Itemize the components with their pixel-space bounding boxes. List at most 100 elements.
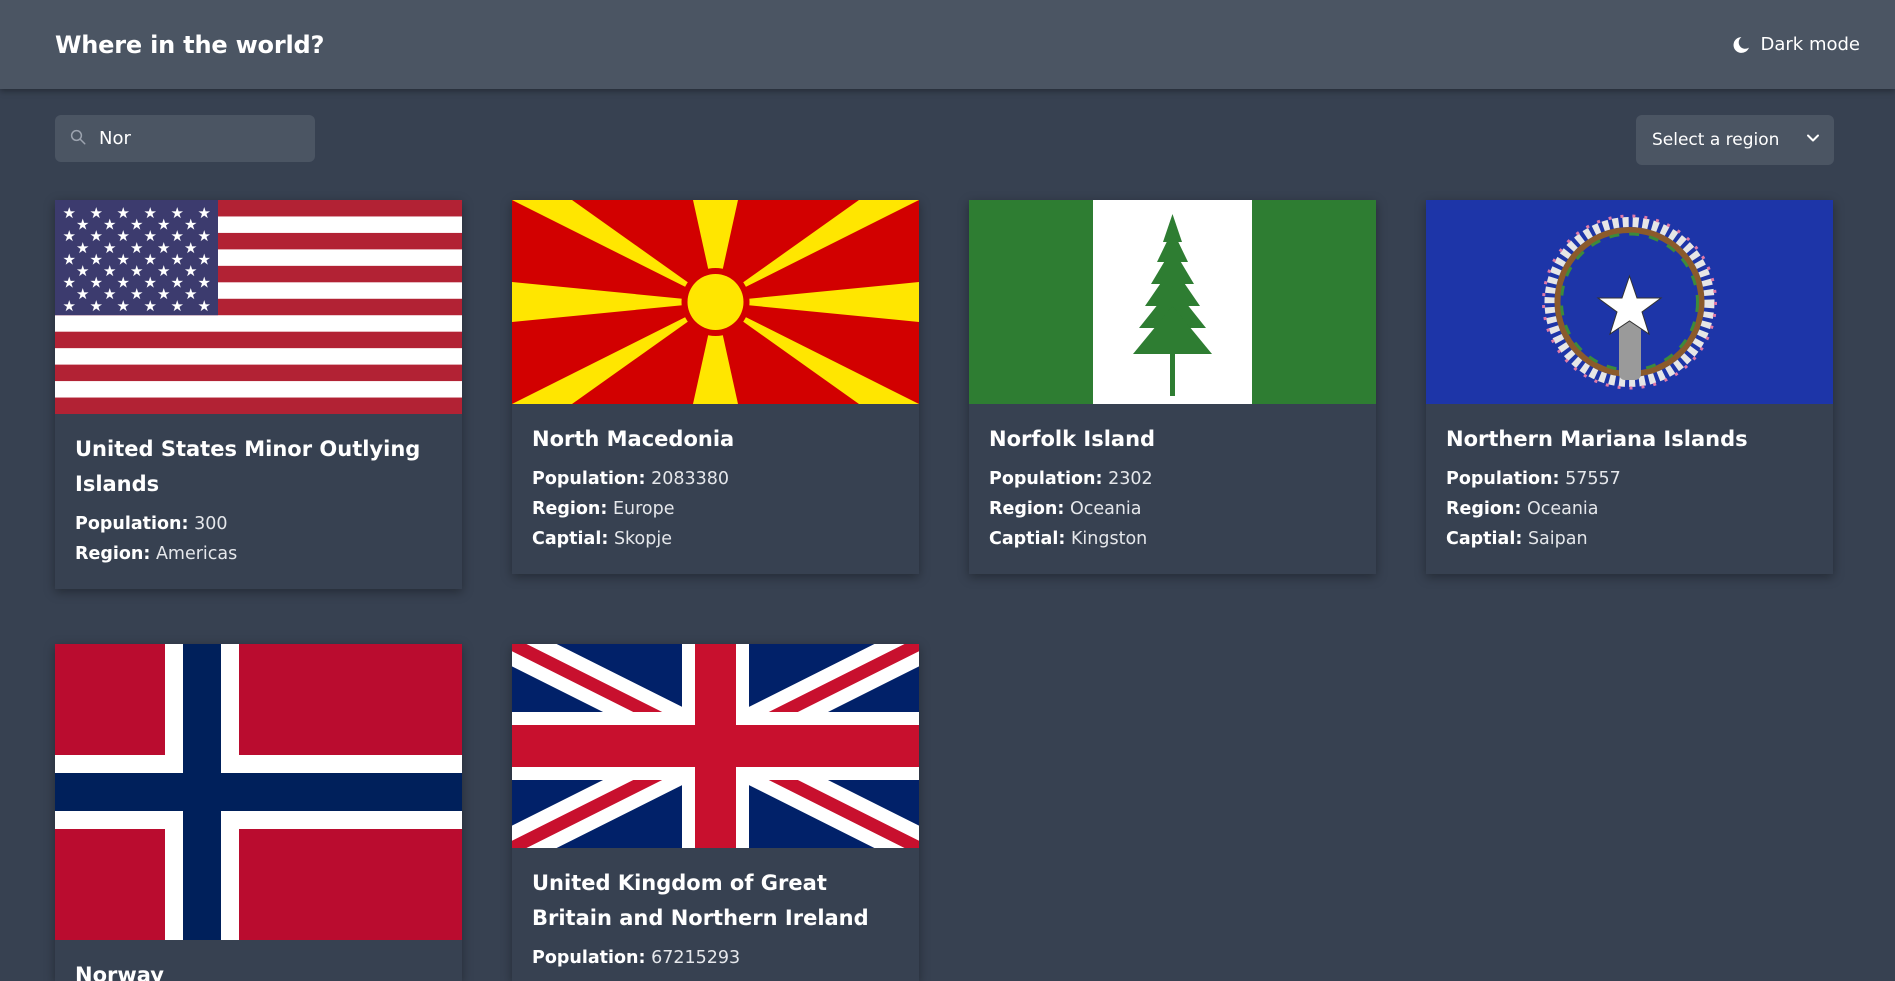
population-value: 2302	[1108, 469, 1153, 489]
flag-image	[512, 200, 919, 404]
svg-text:★: ★	[117, 250, 130, 268]
card-body: Norfolk Island Population: 2302 Region: …	[969, 404, 1376, 574]
population-value: 300	[194, 514, 228, 534]
svg-text:★: ★	[171, 227, 184, 245]
svg-text:★: ★	[117, 274, 130, 292]
region-select[interactable]: Select a region	[1636, 115, 1834, 165]
population-row: Population: 2083380	[532, 464, 899, 494]
card-body: Northern Mariana Islands Population: 575…	[1426, 404, 1833, 574]
svg-text:★: ★	[90, 227, 103, 245]
svg-text:★: ★	[103, 239, 116, 257]
card-body: United Kingdom of Great Britain and Nort…	[512, 848, 919, 981]
svg-text:★: ★	[171, 250, 184, 268]
country-card[interactable]: North Macedonia Population: 2083380 Regi…	[512, 200, 919, 574]
region-row: Region: Oceania	[1446, 494, 1813, 524]
population-label: Population:	[532, 469, 646, 489]
svg-text:★: ★	[157, 216, 170, 234]
svg-text:★: ★	[184, 262, 197, 280]
svg-text:★: ★	[144, 250, 157, 268]
population-label: Population:	[989, 469, 1103, 489]
svg-text:★: ★	[130, 216, 143, 234]
capital-label: Captial:	[989, 529, 1066, 549]
flag-image	[969, 200, 1376, 404]
capital-value: Skopje	[613, 529, 673, 549]
svg-text:★: ★	[144, 274, 157, 292]
svg-text:★: ★	[198, 227, 211, 245]
search-icon	[69, 128, 87, 150]
svg-text:★: ★	[63, 227, 76, 245]
svg-text:★: ★	[144, 297, 157, 315]
capital-value: Kingston	[1070, 529, 1148, 549]
moon-icon	[1731, 35, 1751, 55]
svg-text:★: ★	[157, 239, 170, 257]
flag-image	[1426, 200, 1833, 404]
dark-mode-toggle[interactable]: Dark mode	[1731, 34, 1860, 55]
population-label: Population:	[75, 514, 189, 534]
population-row: Population: 2302	[989, 464, 1356, 494]
region-value: Oceania	[1526, 499, 1599, 519]
country-name: North Macedonia	[532, 427, 735, 451]
region-row: Region: Americas	[75, 539, 442, 569]
svg-text:★: ★	[184, 216, 197, 234]
search-input[interactable]	[99, 128, 299, 149]
svg-text:★: ★	[103, 285, 116, 303]
country-name: Northern Mariana Islands	[1446, 427, 1748, 451]
region-value: Europe	[612, 499, 675, 519]
country-name: United Kingdom of Great Britain and Nort…	[532, 871, 869, 930]
region-row: Region: Europe	[532, 494, 899, 524]
capital-row: Captial: Skopje	[532, 524, 899, 554]
search-box[interactable]	[55, 115, 315, 162]
svg-text:★: ★	[103, 262, 116, 280]
region-label: Region:	[532, 499, 608, 519]
svg-text:★: ★	[76, 262, 89, 280]
svg-text:★: ★	[63, 204, 76, 222]
country-card[interactable]: Norfolk Island Population: 2302 Region: …	[969, 200, 1376, 574]
svg-text:★: ★	[171, 204, 184, 222]
svg-text:★: ★	[130, 239, 143, 257]
country-card[interactable]: ★ ★ ★ ★ ★ ★ ★ ★ ★ ★ ★ ★ ★ ★ ★ ★ ★ ★ ★ ★ ★ ★ ★ ★ ★ ★ ★ ★ ★ ★ ★ ★ ★ ★ ★ ★ ★ ★ ★ ★…	[55, 200, 462, 589]
capital-value: Saipan	[1527, 529, 1588, 549]
region-row: Region: Oceania	[989, 494, 1356, 524]
population-label: Population:	[532, 948, 646, 968]
svg-text:★: ★	[90, 250, 103, 268]
region-value: Americas	[155, 544, 238, 564]
card-body: Norway	[55, 940, 462, 981]
capital-row: Captial: Kingston	[989, 524, 1356, 554]
svg-text:★: ★	[198, 250, 211, 268]
svg-text:★: ★	[117, 204, 130, 222]
svg-text:★: ★	[171, 297, 184, 315]
region-value: Oceania	[1069, 499, 1142, 519]
svg-text:★: ★	[117, 297, 130, 315]
svg-text:★: ★	[90, 274, 103, 292]
region-label: Region:	[989, 499, 1065, 519]
card-body: United States Minor Outlying Islands Pop…	[55, 414, 462, 589]
svg-text:★: ★	[144, 227, 157, 245]
svg-text:★: ★	[76, 216, 89, 234]
app-title: Where in the world?	[55, 30, 325, 59]
chevron-down-icon	[1806, 130, 1820, 150]
capital-label: Captial:	[532, 529, 609, 549]
svg-text:★: ★	[184, 285, 197, 303]
flag-image	[55, 644, 462, 940]
svg-text:★: ★	[198, 204, 211, 222]
svg-text:★: ★	[130, 262, 143, 280]
svg-text:★: ★	[76, 239, 89, 257]
region-select-value: Select a region	[1652, 130, 1780, 150]
country-card[interactable]: United Kingdom of Great Britain and Nort…	[512, 644, 919, 981]
population-value: 57557	[1565, 469, 1621, 489]
population-row: Population: 67215293	[532, 943, 899, 973]
population-row: Population: 57557	[1446, 464, 1813, 494]
population-value: 67215293	[651, 948, 741, 968]
header: Where in the world? Dark mode	[0, 0, 1895, 89]
svg-text:★: ★	[171, 274, 184, 292]
svg-text:★: ★	[63, 250, 76, 268]
capital-row: Captial: Saipan	[1446, 524, 1813, 554]
capital-label: Captial:	[1446, 529, 1523, 549]
dark-mode-label: Dark mode	[1760, 34, 1860, 55]
population-value: 2083380	[651, 469, 730, 489]
country-card[interactable]: Norway	[55, 644, 462, 981]
flag-image: ★ ★ ★ ★ ★ ★ ★ ★ ★ ★ ★ ★ ★ ★ ★ ★ ★ ★ ★ ★ ★ ★ ★ ★ ★ ★ ★ ★ ★ ★ ★ ★ ★ ★ ★ ★ ★ ★ ★ ★…	[55, 200, 462, 414]
svg-text:★: ★	[63, 274, 76, 292]
country-name: Norway	[75, 963, 164, 981]
country-card[interactable]: Northern Mariana Islands Population: 575…	[1426, 200, 1833, 574]
